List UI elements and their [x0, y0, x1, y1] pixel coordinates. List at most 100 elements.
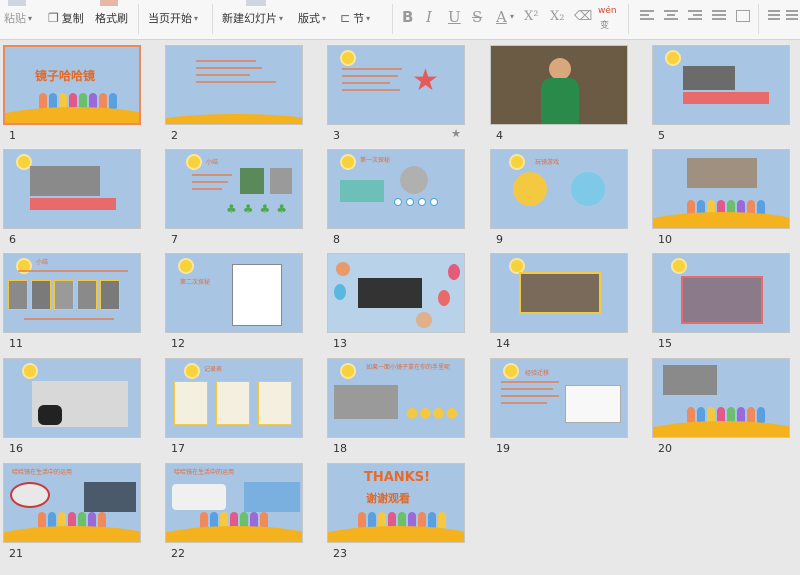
slide-cell[interactable]: 经验迁移 19: [490, 358, 628, 455]
paste-button[interactable]: 粘贴 ▾: [4, 8, 32, 28]
child-illustration: [416, 312, 432, 328]
slide-thumbnail[interactable]: 哈哈镜在生活中的运用: [165, 463, 303, 543]
copy-button[interactable]: ❐ 复制: [48, 8, 84, 28]
phonetic-char-icon: 变: [600, 21, 610, 31]
slide-thumbnail[interactable]: [165, 45, 303, 125]
photo: [358, 278, 422, 308]
slide-title: 镜子哈哈镜: [35, 69, 96, 83]
slide-thumbnail[interactable]: 小结: [3, 253, 141, 333]
slide-thumbnail[interactable]: [652, 45, 790, 125]
balloon-icon: [438, 290, 450, 306]
slide-thumbnail[interactable]: 小结 ♣♣♣♣: [165, 149, 303, 229]
slide-cell[interactable]: 小结 11: [3, 253, 141, 350]
new-slide-button[interactable]: 新建幻灯片 ▾: [222, 8, 283, 28]
slide-thumbnail[interactable]: [652, 358, 790, 438]
slide-cell[interactable]: 5: [652, 45, 790, 142]
photo: [240, 168, 264, 194]
underline-button[interactable]: U: [448, 8, 461, 26]
distribute-icon[interactable]: [736, 10, 750, 22]
slide-cell[interactable]: THANKS! 谢谢观看 23: [327, 463, 465, 560]
slide-thumbnail[interactable]: [327, 253, 465, 333]
strikethrough-button[interactable]: S: [472, 8, 482, 26]
align-right-icon[interactable]: [688, 10, 702, 22]
slide-cell[interactable]: 哈哈镜在生活中的运用 21: [3, 463, 141, 560]
slide-cell[interactable]: 20: [652, 358, 790, 455]
play-from-current-button[interactable]: 当页开始 ▾: [148, 8, 198, 28]
orange-wave: [328, 526, 464, 542]
subscript-button[interactable]: X₂: [550, 9, 564, 24]
slide-thumbnail[interactable]: [490, 253, 628, 333]
slide-cell[interactable]: ★ 3 ★: [327, 45, 465, 142]
layout-label: 版式: [298, 12, 320, 25]
slide-thumbnail[interactable]: [652, 253, 790, 333]
font-color-button[interactable]: A: [496, 8, 507, 26]
slide-cell[interactable]: 4: [490, 45, 628, 142]
orange-wave: [5, 107, 139, 123]
slide-cell[interactable]: 如果一面小镜子拿在你的手里呢 ●●●● 18: [327, 358, 465, 455]
paragraph-icon[interactable]: [786, 10, 800, 22]
photo: [683, 66, 735, 90]
slide-number: 20: [658, 442, 672, 455]
option-dots: [394, 198, 438, 206]
slide-cell[interactable]: 10: [652, 149, 790, 246]
slide-cell[interactable]: 14: [490, 253, 628, 350]
slide-cell[interactable]: 记录表 17: [165, 358, 303, 455]
slide-number: 23: [333, 547, 347, 560]
slide-thumbnail[interactable]: 记录表: [165, 358, 303, 438]
slide-cell[interactable]: 玩镜游戏 9: [490, 149, 628, 246]
slide-thumbnail[interactable]: THANKS! 谢谢观看: [327, 463, 465, 543]
slide-thumbnail[interactable]: 镜子哈哈镜: [3, 45, 141, 125]
slide-thumbnail[interactable]: [3, 149, 141, 229]
sun-icon: [667, 52, 679, 64]
slide-cell[interactable]: 2: [165, 45, 303, 142]
slide-thumbnail[interactable]: 如果一面小镜子拿在你的手里呢 ●●●●: [327, 358, 465, 438]
clear-format-icon[interactable]: ⌫: [574, 9, 592, 24]
slide-thumbnail[interactable]: 第一次探秘: [327, 149, 465, 229]
new-slide-icon-strip: [246, 0, 266, 6]
sun-icon: [188, 156, 200, 168]
record-sheet: [174, 381, 208, 425]
clipboard-icon-strip: [8, 0, 26, 6]
slide-thumbnail[interactable]: 玩镜游戏: [490, 149, 628, 229]
slide-number: 21: [9, 547, 23, 560]
sun-icon: [342, 365, 354, 377]
justify-icon[interactable]: [712, 10, 726, 22]
slide-number: 13: [333, 337, 347, 350]
orange-wave: [166, 526, 302, 542]
slide-cell[interactable]: 6: [3, 149, 141, 246]
line-spacing-icon[interactable]: [768, 10, 782, 22]
slide-thumbnail[interactable]: 第二次探秘: [165, 253, 303, 333]
slide-thumbnail[interactable]: 经验迁移: [490, 358, 628, 438]
superscript-button[interactable]: X²: [524, 9, 538, 24]
slide-cell[interactable]: 第一次探秘 8: [327, 149, 465, 246]
italic-button[interactable]: I: [426, 8, 432, 26]
slide-cell[interactable]: 16: [3, 358, 141, 455]
phonetic-guide-button[interactable]: wén: [598, 6, 617, 16]
bold-button[interactable]: B: [402, 8, 413, 26]
align-center-icon[interactable]: [664, 10, 678, 22]
slide-cell[interactable]: 15: [652, 253, 790, 350]
slide-thumbnail[interactable]: ★: [327, 45, 465, 125]
slide-number: 19: [496, 442, 510, 455]
copy-label: 复制: [61, 12, 84, 25]
slide-title: 小结: [206, 159, 219, 166]
section-button[interactable]: ⊏ 节 ▾: [340, 8, 370, 28]
slide-cell[interactable]: 第二次探秘 12: [165, 253, 303, 350]
photo: [663, 365, 717, 395]
slide-thumbnail[interactable]: 哈哈镜在生活中的运用: [3, 463, 141, 543]
slide-cell[interactable]: 镜子哈哈镜 1: [3, 45, 141, 142]
slide-cell[interactable]: 小结 ♣♣♣♣ 7: [165, 149, 303, 246]
slide-number: 9: [496, 233, 503, 246]
layout-button[interactable]: 版式 ▾: [298, 8, 326, 28]
slide-thumbnail[interactable]: [490, 45, 628, 125]
format-painter-button[interactable]: 格式刷: [95, 8, 128, 28]
slide-cell[interactable]: 哈哈镜在生活中的运用 22: [165, 463, 303, 560]
slide-thumbnail[interactable]: [652, 149, 790, 229]
format-painter-icon-strip: [100, 0, 118, 6]
slide-cell[interactable]: 13: [327, 253, 465, 350]
align-left-icon[interactable]: [640, 10, 654, 22]
slide-number: 8: [333, 233, 340, 246]
slide-thumbnail[interactable]: [3, 358, 141, 438]
orange-wave: [166, 114, 302, 124]
toolbar-separator: [212, 4, 213, 34]
